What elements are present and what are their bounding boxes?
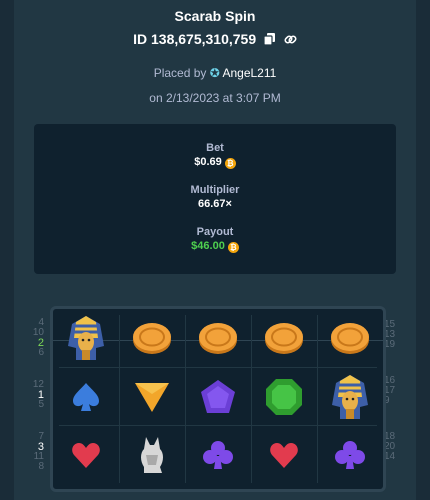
- vip-star-icon: ✪: [209, 66, 220, 80]
- bet-id-text: ID 138,675,310,759: [133, 31, 257, 47]
- multiplier-value: 66.67×: [198, 198, 232, 210]
- pentagon-symbol-icon: [188, 369, 248, 425]
- reel-divider: [185, 315, 186, 483]
- gem-green-symbol-icon: [254, 369, 314, 425]
- bet-id-row: ID 138,675,310,759: [14, 31, 416, 49]
- row-divider: [59, 425, 377, 426]
- right-line-numbers-row-3: 18 20 14: [384, 432, 414, 462]
- left-line-numbers-row-3: 7 3 11 8: [14, 432, 44, 472]
- coin-symbol-icon: [122, 310, 182, 366]
- right-line-numbers-row-1: 15 13 19: [384, 320, 414, 350]
- left-line-numbers-row-2: 12 1 5: [14, 380, 44, 410]
- row-divider: [59, 367, 377, 368]
- heart-symbol-icon: [56, 427, 116, 483]
- bet-value-row: $0.69 ₿: [34, 156, 396, 169]
- payout-stat: Payout $46.00 ₿: [34, 226, 396, 253]
- reel-divider: [251, 315, 252, 483]
- left-line-numbers-row-1: 4 10 2 6: [14, 318, 44, 358]
- coin-symbol-icon: [320, 310, 380, 366]
- line-number: 14: [384, 451, 396, 462]
- bitcoin-coin-icon: ₿: [227, 242, 239, 253]
- bet-value: $0.69: [194, 156, 222, 168]
- placed-by: Placed by ✪ AngeL211: [14, 66, 416, 80]
- club-symbol-icon: [320, 427, 380, 483]
- multiplier-label: Multiplier: [190, 184, 240, 196]
- copy-icon[interactable]: [263, 33, 276, 49]
- bet-summary-panel: Bet $0.69 ₿ Multiplier 66.67× Payout $46.…: [34, 124, 396, 274]
- bet-date: on 2/13/2023 at 3:07 PM: [149, 91, 281, 105]
- bet-details-modal: Scarab Spin ID 138,675,310,759 Placed by…: [14, 0, 416, 500]
- placed-by-label: Placed by: [153, 66, 207, 80]
- slot-reels: [50, 306, 386, 492]
- coin-symbol-icon: [254, 310, 314, 366]
- pharaoh-symbol-icon: [56, 310, 116, 366]
- pharaoh-symbol-icon: [320, 369, 380, 425]
- coin-symbol-icon: [188, 310, 248, 366]
- bitcoin-coin-icon: ₿: [224, 158, 236, 169]
- line-number: 9: [384, 395, 390, 406]
- club-symbol-icon: [188, 427, 248, 483]
- game-title[interactable]: Scarab Spin: [14, 8, 416, 24]
- reel-divider: [317, 315, 318, 483]
- link-icon[interactable]: [284, 33, 297, 49]
- bet-label: Bet: [206, 142, 224, 154]
- spade-symbol-icon: [56, 369, 116, 425]
- bet-stat: Bet $0.69 ₿: [34, 142, 396, 169]
- multiplier-stat: Multiplier 66.67×: [34, 184, 396, 210]
- line-number: 6: [38, 347, 44, 358]
- line-number: 19: [384, 339, 396, 350]
- heart-symbol-icon: [254, 427, 314, 483]
- triangle-symbol-icon: [122, 369, 182, 425]
- username-link[interactable]: AngeL211: [222, 66, 276, 80]
- right-line-numbers-row-2: 16 17 9: [384, 376, 414, 406]
- payout-label: Payout: [196, 226, 234, 238]
- payout-value: $46.00: [191, 240, 225, 252]
- line-number: 5: [38, 399, 44, 410]
- cat-symbol-icon: [122, 427, 182, 483]
- reel-divider: [119, 315, 120, 483]
- line-number: 8: [38, 461, 44, 472]
- payout-value-row: $46.00 ₿: [34, 240, 396, 253]
